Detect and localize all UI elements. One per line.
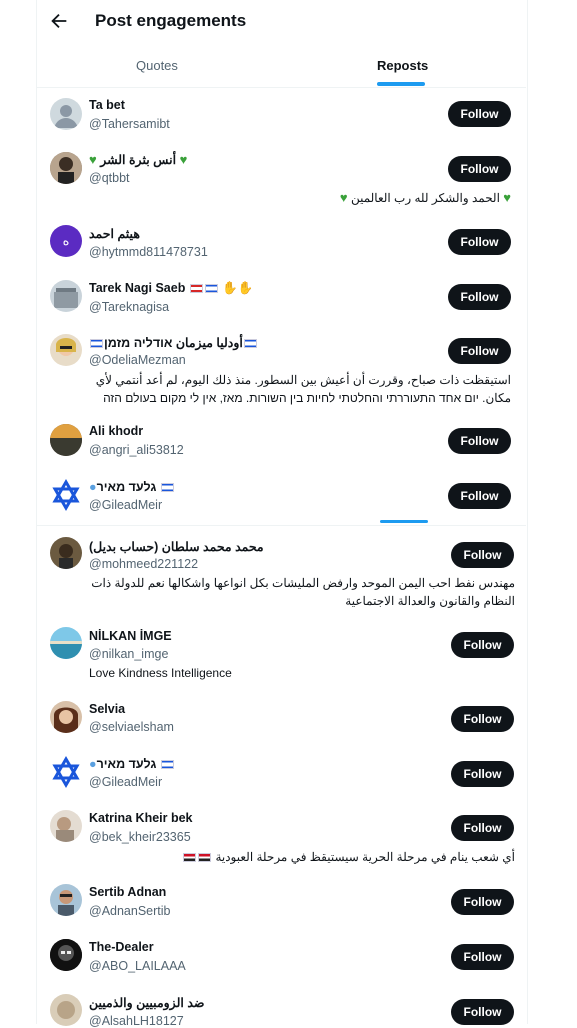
- star-of-david-avatar[interactable]: [50, 479, 82, 511]
- bio-line: استيقظت ذات صباح، وقررت أن أعيش بين السط…: [95, 373, 511, 387]
- photo-avatar[interactable]: [50, 537, 82, 569]
- page-title: Post engagements: [95, 11, 247, 30]
- user-handle[interactable]: @bek_kheir23365: [89, 830, 191, 844]
- raised-hands-icon: ✋: [222, 281, 238, 295]
- user-name[interactable]: גלעד מאיר: [97, 480, 157, 494]
- user-handle[interactable]: @OdeliaMezman: [89, 353, 186, 367]
- landscape-photo-avatar[interactable]: [50, 424, 82, 456]
- follow-button[interactable]: Follow: [448, 483, 511, 509]
- tab-reposts[interactable]: Reposts: [377, 58, 428, 73]
- star-of-david-avatar[interactable]: [50, 756, 82, 788]
- default-person-avatar[interactable]: [50, 98, 82, 130]
- user-handle[interactable]: @selviaelsham: [89, 720, 174, 734]
- bio-line: مهندس نفط احب اليمن الموحد وارفض المليشا…: [91, 576, 515, 590]
- praying-hands-icon: ✋: [237, 281, 254, 295]
- green-heart-icon: ♥: [179, 152, 188, 167]
- user-handle[interactable]: @mohmeed221122: [89, 557, 198, 571]
- user-name[interactable]: ضد الزومبيين والذميين: [89, 995, 205, 1010]
- israel-flag-icon: [243, 339, 257, 349]
- israel-flag-icon: [90, 339, 103, 349]
- bio-line: النظام والقانون والعدالة الاجتماعية: [345, 594, 515, 608]
- follow-button[interactable]: Follow: [451, 889, 514, 915]
- user-name[interactable]: أنس بثرة الشر: [100, 153, 176, 167]
- follow-button[interactable]: Follow: [448, 284, 511, 310]
- photo-avatar[interactable]: [50, 152, 82, 184]
- letter-avatar[interactable]: ه: [50, 225, 82, 257]
- user-handle[interactable]: @angri_ali53812: [89, 443, 184, 457]
- user-name-row[interactable]: Tarek Nagi Saeb ✋✋: [89, 281, 253, 296]
- building-photo-avatar[interactable]: [50, 280, 82, 312]
- user-handle[interactable]: @GileadMeir: [89, 775, 162, 789]
- photo-avatar[interactable]: [50, 334, 82, 366]
- landscape-photo-avatar[interactable]: [50, 627, 82, 659]
- bio-line: أي شعب ينام في مرحلة الحرية سيستيقظ في م…: [215, 850, 515, 864]
- user-handle[interactable]: @AlsahLH18127: [89, 1014, 184, 1028]
- israel-flag-icon: [204, 284, 218, 294]
- green-heart-icon: ♥: [89, 152, 97, 167]
- user-name[interactable]: أودليا ميزمان אודליה מזמן: [104, 336, 243, 350]
- follow-button[interactable]: Follow: [451, 761, 514, 787]
- speech-bubble-icon: ●: [89, 480, 97, 494]
- user-handle[interactable]: @ABO_LAILAAA: [89, 959, 186, 973]
- user-name[interactable]: هيثم احمد: [89, 226, 140, 241]
- user-handle[interactable]: @Tareknagisa: [89, 300, 169, 314]
- user-name[interactable]: Ta bet: [89, 98, 125, 112]
- bio-line: الحمد والشكر لله رب العالمين: [350, 191, 500, 205]
- user-name[interactable]: NİLKAN İMGE: [89, 629, 172, 643]
- tab-quotes[interactable]: Quotes: [136, 58, 178, 73]
- green-heart-icon: ♥: [503, 190, 511, 205]
- photo-avatar[interactable]: [50, 884, 82, 916]
- photo-avatar[interactable]: [50, 701, 82, 733]
- tabs-divider: [36, 87, 526, 88]
- section-divider: [36, 525, 526, 526]
- israel-flag-icon: [160, 483, 174, 493]
- lebanon-flag-icon: [189, 284, 203, 294]
- user-name[interactable]: Katrina Kheir bek: [89, 811, 193, 825]
- follow-button[interactable]: Follow: [448, 101, 511, 127]
- user-name-row[interactable]: ●גלעד מאיר: [89, 480, 175, 494]
- follow-button[interactable]: Follow: [451, 706, 514, 732]
- follow-button[interactable]: Follow: [451, 815, 514, 841]
- user-name[interactable]: Selvia: [89, 702, 125, 716]
- bio-line: Love Kindness Intelligence: [89, 666, 232, 680]
- follow-button[interactable]: Follow: [448, 428, 511, 454]
- active-tab-indicator: [377, 82, 425, 86]
- user-name[interactable]: Tarek Nagi Saeb: [89, 281, 185, 295]
- follow-button[interactable]: Follow: [448, 156, 511, 182]
- user-name[interactable]: Sertib Adnan: [89, 885, 166, 899]
- user-name-row[interactable]: أودليا ميزمان אודליה מזמן: [89, 335, 258, 350]
- follow-button[interactable]: Follow: [451, 944, 514, 970]
- user-bio: أي شعب ينام في مرحلة الحرية سيستيقظ في م…: [182, 848, 515, 866]
- back-arrow-icon[interactable]: [48, 10, 70, 32]
- user-name[interactable]: גלעד מאיר: [97, 757, 157, 771]
- follow-button[interactable]: Follow: [448, 338, 511, 364]
- israel-flag-icon: [160, 760, 174, 770]
- user-handle[interactable]: @hytmmd811478731: [89, 245, 208, 259]
- follow-button[interactable]: Follow: [451, 999, 514, 1025]
- scroll-position-indicator: [380, 520, 428, 523]
- photo-avatar[interactable]: [50, 939, 82, 971]
- follow-button[interactable]: Follow: [448, 229, 511, 255]
- user-name-row[interactable]: ♥ أنس بثرة الشر ♥: [89, 152, 187, 167]
- egypt-flag-icon: [183, 853, 197, 863]
- user-handle[interactable]: @GileadMeir: [89, 498, 162, 512]
- bio-line: مكان. יום אחד התעוררתי והחלטתי לחיות בין…: [103, 391, 511, 405]
- photo-avatar[interactable]: [50, 994, 82, 1026]
- follow-button[interactable]: Follow: [451, 632, 514, 658]
- photo-avatar[interactable]: [50, 810, 82, 842]
- user-name[interactable]: The-Dealer: [89, 940, 154, 954]
- user-handle[interactable]: @qtbbt: [89, 171, 130, 185]
- speech-bubble-icon: ●: [89, 757, 97, 771]
- user-name[interactable]: Ali khodr: [89, 424, 143, 438]
- egypt-flag-icon: [198, 853, 212, 863]
- user-handle[interactable]: @Tahersamibt: [89, 117, 170, 131]
- page-header: Post engagements: [0, 0, 577, 44]
- user-bio: ♥ الحمد والشكر لله رب العالمين ♥: [340, 189, 511, 207]
- user-name-row[interactable]: ●גלעד מאיר: [89, 757, 175, 771]
- green-heart-icon: ♥: [339, 190, 348, 205]
- user-handle[interactable]: @AdnanSertib: [89, 904, 171, 918]
- follow-button[interactable]: Follow: [451, 542, 514, 568]
- user-name[interactable]: محمد محمد سلطان (حساب بديل): [89, 539, 264, 554]
- user-handle[interactable]: @nilkan_imge: [89, 647, 168, 661]
